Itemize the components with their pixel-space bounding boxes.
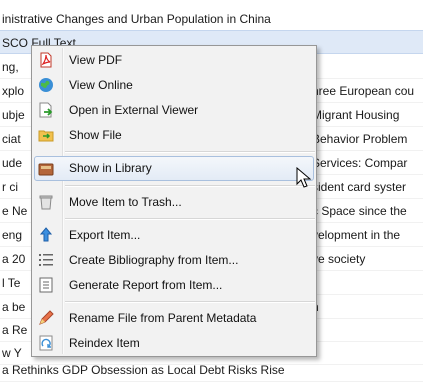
list-item[interactable]: a Rethinks GDP Obsession as Local Debt R… — [0, 358, 423, 382]
item-title-right: hree European cou — [312, 84, 415, 98]
globe-icon — [38, 77, 54, 93]
menu-item-label: Create Bibliography from Item... — [69, 253, 239, 267]
menu-item-label: Open in External Viewer — [69, 103, 199, 117]
item-title-right: ve society — [312, 252, 366, 266]
item-title-right: sident card syster — [312, 180, 407, 194]
menu-item-label: Show File — [69, 128, 122, 142]
item-title: ciat — [2, 132, 21, 146]
item-title-right: Behavior Problem — [312, 132, 408, 146]
item-title: a Re — [2, 323, 28, 337]
mouse-pointer-icon — [296, 167, 312, 188]
menu-item-label: Export Item... — [69, 228, 141, 242]
menu-item-rename-file[interactable]: Rename File from Parent Metadata — [34, 307, 314, 329]
menu-item-label: View PDF — [69, 53, 123, 67]
item-title: ng, — [2, 60, 19, 74]
menu-item-label: Move Item to Trash... — [69, 195, 182, 209]
item-title: ubje — [2, 108, 25, 122]
item-title: l Te — [2, 276, 21, 290]
item-title: ude — [2, 156, 23, 170]
item-title-right: Migrant Housing — [312, 108, 400, 122]
menu-item-label: Show in Library — [69, 161, 152, 175]
item-title: a be — [2, 300, 26, 314]
item-title-right: velopment in the — [312, 228, 401, 242]
bibliography-icon — [38, 252, 54, 268]
list-item[interactable]: inistrative Changes and Urban Population… — [0, 7, 423, 31]
menu-separator — [65, 151, 315, 153]
report-icon — [38, 277, 54, 293]
pdf-icon — [38, 52, 54, 68]
menu-item-view-pdf[interactable]: View PDF — [34, 49, 314, 71]
menu-item-label: Rename File from Parent Metadata — [69, 311, 257, 325]
menu-item-label: View Online — [69, 78, 133, 92]
menu-item-move-to-trash[interactable]: Move Item to Trash... — [34, 191, 314, 213]
item-title: eng — [2, 228, 23, 242]
item-title: xplo — [2, 84, 25, 98]
menu-item-export-item[interactable]: Export Item... — [34, 224, 314, 246]
external-viewer-icon — [38, 102, 54, 118]
reindex-icon — [38, 335, 54, 351]
menu-item-label: Generate Report from Item... — [69, 278, 223, 292]
menu-item-open-external-viewer[interactable]: Open in External Viewer — [34, 99, 314, 121]
context-menu: View PDF View Online Open in External Vi… — [31, 45, 317, 357]
menu-item-show-in-library[interactable]: Show in Library — [34, 156, 314, 181]
show-file-icon — [38, 127, 54, 143]
rename-icon — [38, 310, 54, 326]
item-title-right: c Space since the — [312, 204, 407, 218]
item-title-right: Services: Compar — [312, 156, 408, 170]
menu-item-create-bibliography[interactable]: Create Bibliography from Item... — [34, 249, 314, 271]
menu-item-generate-report[interactable]: Generate Report from Item... — [34, 274, 314, 296]
menu-separator — [65, 301, 315, 303]
library-icon — [38, 161, 54, 177]
menu-item-reindex-item[interactable]: Reindex Item — [34, 332, 314, 354]
item-title: e Ne — [2, 204, 28, 218]
trash-icon — [38, 194, 54, 210]
item-title: inistrative Changes and Urban Population… — [2, 12, 271, 26]
menu-separator — [65, 185, 315, 187]
menu-separator — [65, 218, 315, 220]
item-title: r ci — [2, 180, 18, 194]
export-icon — [38, 227, 54, 243]
menu-item-label: Reindex Item — [69, 336, 140, 350]
menu-item-show-file[interactable]: Show File — [34, 124, 314, 146]
item-title: a Rethinks GDP Obsession as Local Debt R… — [2, 363, 285, 377]
item-title: a 20 — [2, 252, 26, 266]
menu-item-view-online[interactable]: View Online — [34, 74, 314, 96]
